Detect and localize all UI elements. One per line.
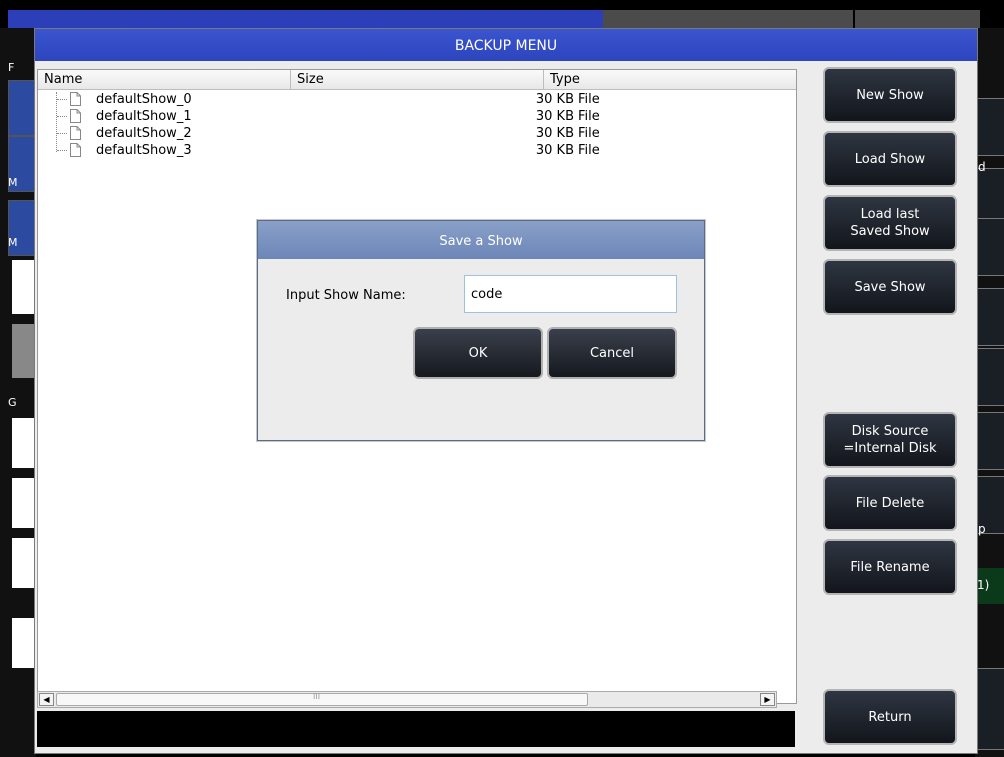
background-label: M [8,236,18,249]
horizontal-scrollbar[interactable]: ◀ III ▶ [37,691,777,708]
background-top-bar [0,0,1004,28]
file-icon [70,109,81,123]
file-type: File [578,109,600,124]
background-tile [12,418,36,468]
background-label: d [978,160,986,174]
background-label: F [8,61,15,74]
scroll-right-arrow-icon[interactable]: ▶ [760,693,775,706]
return-button[interactable]: Return [823,689,957,745]
load-last-saved-show-button[interactable]: Load last Saved Show [823,195,957,251]
column-header-size[interactable]: Size [291,70,544,90]
file-type: File [578,143,600,158]
file-icon [70,143,81,157]
background-right-panel: d p 1) [975,28,1004,757]
background-tile [12,324,36,378]
show-name-input[interactable] [464,275,677,313]
file-icon [70,126,81,140]
background-tab-segment [855,10,980,28]
background-button [975,348,1004,406]
tree-branch [56,125,68,142]
tree-branch [56,108,68,125]
scroll-left-arrow-icon[interactable]: ◀ [39,693,54,706]
save-show-dialog: Save a Show Input Show Name: OK Cancel [257,220,705,441]
background-tile [12,538,36,588]
background-tile [12,618,36,668]
window-title: BACKUP MENU [35,29,977,61]
file-row[interactable]: defaultShow_2 30 KB File [38,125,796,142]
background-label: p [978,522,986,536]
tree-branch [56,142,68,159]
scroll-thumb-grip: III [313,692,321,701]
background-label: M [8,176,18,189]
column-header-name[interactable]: Name [38,70,291,90]
background-tab-segment [603,10,853,28]
background-tile [12,260,36,314]
file-size: 30 KB [535,143,574,158]
scroll-thumb[interactable]: III [56,692,588,706]
file-size: 30 KB [535,126,574,141]
dialog-title: Save a Show [258,221,704,259]
file-name: defaultShow_1 [96,109,192,124]
file-name: defaultShow_0 [96,92,192,107]
show-name-label: Input Show Name: [286,288,406,303]
file-type: File [578,92,600,107]
background-label: G [8,396,17,409]
load-show-button[interactable]: Load Show [823,131,957,187]
file-type: File [578,126,600,141]
file-row[interactable]: defaultShow_0 30 KB File [38,91,796,108]
file-rename-button[interactable]: File Rename [823,539,957,595]
new-show-button[interactable]: New Show [823,67,957,123]
background-button [975,412,1004,470]
cancel-button[interactable]: Cancel [547,327,677,379]
column-header-type[interactable]: Type [544,70,796,90]
background-button [975,218,1004,276]
command-bar [37,711,795,747]
background-button [975,288,1004,346]
file-name: defaultShow_2 [96,126,192,141]
file-delete-button[interactable]: File Delete [823,475,957,531]
save-show-button[interactable]: Save Show [823,259,957,315]
background-button [975,98,1004,156]
file-row[interactable]: defaultShow_1 30 KB File [38,108,796,125]
background-status: 1) [975,568,1004,604]
background-title-segment [8,10,603,28]
file-size: 30 KB [535,92,574,107]
background-tile [12,478,36,528]
background-button [975,668,1004,750]
file-icon [70,92,81,106]
file-size: 30 KB [535,109,574,124]
background-label: 1) [977,578,990,592]
file-row[interactable]: defaultShow_3 30 KB File [38,142,796,159]
disk-source-button[interactable]: Disk Source =Internal Disk [823,412,957,468]
file-name: defaultShow_3 [96,143,192,158]
tree-branch [56,91,68,108]
ok-button[interactable]: OK [413,327,543,379]
background-left-panel: F M M G [0,28,38,757]
